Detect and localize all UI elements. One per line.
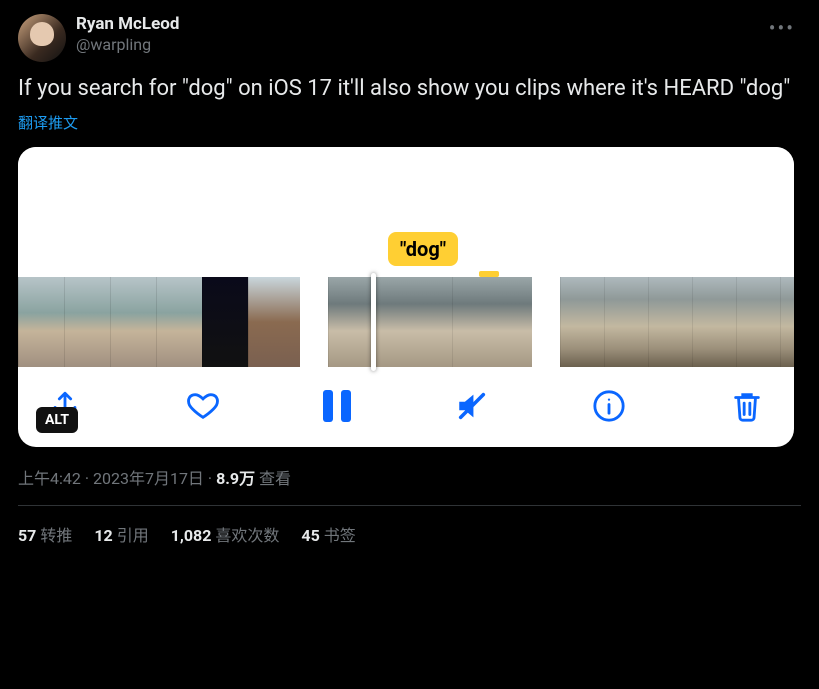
likes-stat[interactable]: 1,082喜欢次数 <box>171 522 280 546</box>
timeline-match-marker <box>479 271 499 277</box>
trash-icon <box>730 389 764 423</box>
quotes-stat[interactable]: 12引用 <box>94 522 148 546</box>
info-icon <box>592 389 626 423</box>
author-display-name: Ryan McLeod <box>76 14 179 35</box>
alt-badge[interactable]: ALT <box>36 407 78 433</box>
author-names[interactable]: Ryan McLeod @warpling <box>76 14 179 55</box>
speaker-muted-icon <box>455 389 489 423</box>
mute-button[interactable] <box>455 389 489 423</box>
tweet-date: 2023年7月17日 <box>93 469 204 488</box>
clip-group <box>328 277 532 367</box>
clip-group <box>560 277 794 367</box>
divider <box>18 505 801 506</box>
tweet-header: Ryan McLeod @warpling ••• <box>18 14 801 62</box>
media-header-area: "dog" <box>18 147 794 277</box>
author-handle: @warpling <box>76 35 179 55</box>
views-label: 查看 <box>255 469 291 488</box>
translate-link[interactable]: 翻译推文 <box>18 112 801 133</box>
media-card[interactable]: "dog" <box>18 147 794 447</box>
heart-icon <box>186 389 220 423</box>
tweet-time: 上午4:42 <box>18 469 81 488</box>
video-timeline[interactable] <box>18 277 794 367</box>
delete-button[interactable] <box>730 389 764 423</box>
tweet-stats: 57转推 12引用 1,082喜欢次数 45书签 <box>18 522 801 546</box>
pause-button[interactable] <box>323 390 351 422</box>
media-toolbar <box>18 367 794 447</box>
info-button[interactable] <box>592 389 626 423</box>
clip-group <box>18 277 300 367</box>
avatar[interactable] <box>18 14 66 62</box>
view-count: 8.9万 <box>216 469 255 488</box>
tweet-text: If you search for "dog" on iOS 17 it'll … <box>18 74 801 104</box>
more-button[interactable]: ••• <box>763 14 801 42</box>
tweet-container: Ryan McLeod @warpling ••• If you search … <box>0 0 819 560</box>
search-term-highlight: "dog" <box>388 232 458 266</box>
bookmarks-stat[interactable]: 45书签 <box>301 522 355 546</box>
pause-icon <box>323 390 351 422</box>
tweet-meta[interactable]: 上午4:42 · 2023年7月17日 · 8.9万 查看 <box>18 465 801 489</box>
retweets-stat[interactable]: 57转推 <box>18 522 72 546</box>
like-button[interactable] <box>186 389 220 423</box>
